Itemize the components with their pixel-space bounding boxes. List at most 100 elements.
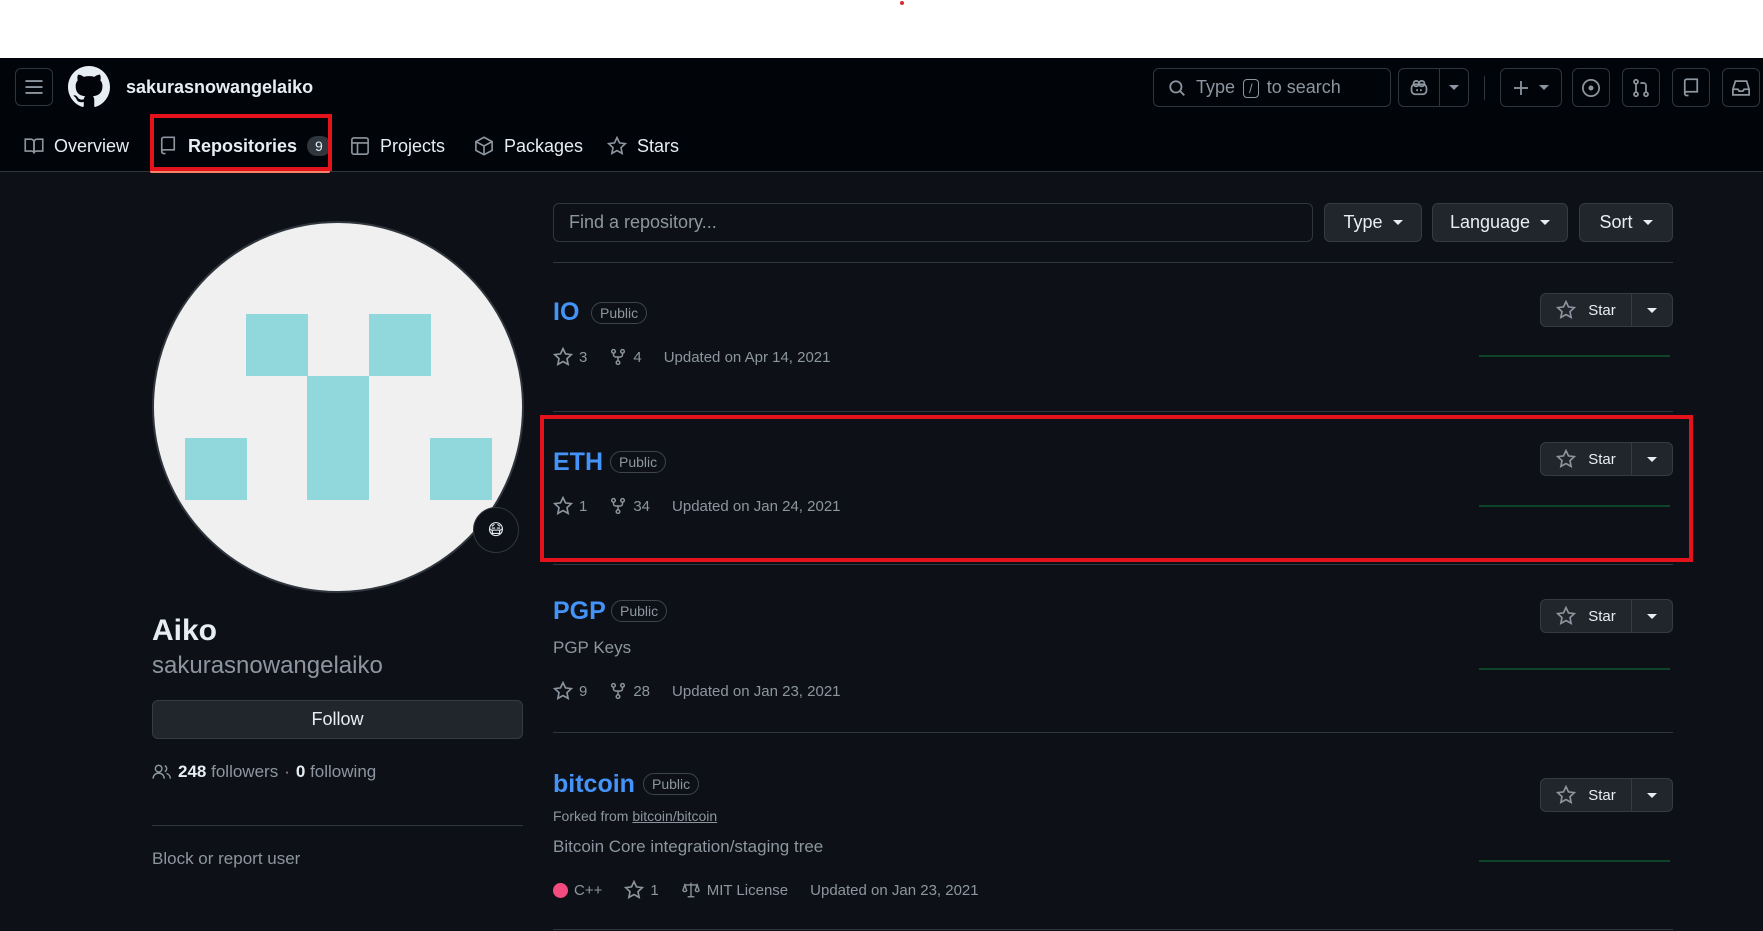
visibility-badge: Public [643,773,700,795]
tab-label: Overview [54,135,130,156]
list-divider [553,262,1673,263]
activity-sparkline [1479,668,1670,670]
github-logo[interactable] [68,66,110,108]
star-button-group: Star [1540,599,1673,633]
issue-icon [1582,78,1600,97]
chevron-down-icon [1647,307,1657,313]
profile-tabs: Overview Repositories 9 Projects Package… [0,120,1763,173]
block-report-link[interactable]: Block or report user [152,849,300,869]
forks-link[interactable]: 4 [609,347,642,367]
tab-projects[interactable]: Projects [350,120,445,172]
table-icon [351,137,369,155]
repo-icon [160,136,176,155]
updated-date: Updated on Jan 24, 2021 [672,497,841,515]
display-name: Aiko [152,614,218,647]
law-icon [681,882,700,898]
follow-button[interactable]: Follow [152,700,523,739]
sidebar-divider [152,825,523,826]
stargazers-link[interactable]: 9 [553,681,587,701]
fork-source-link[interactable]: bitcoin/bitcoin [632,808,717,824]
updated-date: Updated on Apr 14, 2021 [663,348,831,366]
star-list-dropdown[interactable] [1632,599,1673,633]
visibility-badge: Public [611,600,668,622]
repositories-button[interactable] [1672,68,1710,107]
star-list-dropdown[interactable] [1632,293,1673,327]
menu-button[interactable] [15,68,53,106]
star-icon [1556,606,1577,625]
copilot-dropdown[interactable] [1439,68,1469,107]
tab-overview[interactable]: Overview [24,120,129,172]
hamburger-icon [25,80,43,94]
star-button-group: Star [1540,442,1673,476]
star-icon [1556,300,1577,319]
star-button[interactable]: Star [1540,599,1632,633]
header-username[interactable]: sakurasnowangelaiko [126,77,313,98]
copilot-button[interactable] [1398,68,1440,107]
following-link[interactable]: 0 following [296,762,376,782]
sort-filter-button[interactable]: Sort [1579,203,1673,242]
inbox-icon [1732,79,1750,96]
language-filter-button[interactable]: Language [1432,203,1568,242]
chevron-down-icon [1647,456,1657,462]
notifications-button[interactable] [1722,68,1760,107]
star-icon [553,496,573,515]
forks-link[interactable]: 28 [609,681,650,701]
activity-sparkline [1479,505,1670,507]
repo-description: PGP Keys [553,638,632,657]
issues-button[interactable] [1572,68,1610,107]
avatar[interactable] [152,221,524,593]
repo-link-io[interactable]: IO [553,298,579,327]
star-icon [553,347,573,366]
chevron-down-icon [1647,613,1657,619]
search-input[interactable]: Type / to search [1153,68,1391,107]
fork-icon [611,348,626,366]
visibility-badge: Public [610,451,667,473]
package-icon [475,136,493,156]
list-divider [553,564,1673,565]
forks-link[interactable]: 34 [609,496,650,516]
repo-language: C++ [553,882,602,899]
chevron-down-icon [1392,220,1403,225]
star-list-dropdown[interactable] [1632,778,1673,812]
tab-repositories[interactable]: Repositories 9 [158,120,331,172]
cursor-dot [900,1,904,5]
pull-requests-button[interactable] [1622,68,1660,107]
repo-count-badge: 9 [307,136,331,156]
star-button[interactable]: Star [1540,293,1632,327]
repo-link-bitcoin[interactable]: bitcoin [553,770,635,799]
github-icon [68,66,110,107]
forked-from: Forked from bitcoin/bitcoin [553,808,718,824]
book-icon [24,138,44,154]
stargazers-link[interactable]: 3 [553,347,587,367]
updated-date: Updated on Jan 23, 2021 [810,881,979,899]
tab-stars[interactable]: Stars [607,120,679,172]
tab-packages[interactable]: Packages [474,120,583,172]
type-filter-button[interactable]: Type [1324,203,1422,242]
repo-description: Bitcoin Core integration/staging tree [553,837,824,856]
repo-icon [1683,77,1699,96]
stargazers-link[interactable]: 1 [624,880,659,900]
activity-sparkline [1479,355,1670,357]
repo-meta: 1 34 Updated on Jan 24, 2021 [553,496,863,516]
repo-link-eth[interactable]: ETH [553,448,603,477]
people-icon [152,764,172,779]
create-new-button[interactable] [1500,68,1562,107]
tab-label: Repositories [188,135,298,156]
status-emoji-button[interactable]: 😷 [473,507,519,553]
stargazers-link[interactable]: 1 [553,496,587,516]
star-button[interactable]: Star [1540,778,1632,812]
followers-link[interactable]: 248 followers [178,762,278,782]
status-emoji: 😷 [487,522,505,539]
star-icon [553,681,573,700]
chevron-down-icon [1539,85,1549,90]
find-repository-input[interactable]: Find a repository... [553,203,1313,242]
copilot-icon [1410,79,1428,95]
repo-link-pgp[interactable]: PGP [553,597,606,626]
search-placeholder: Type / to search [1196,77,1341,98]
repo-meta: C++ 1 MIT License Updated on Jan 23, 202… [553,880,1001,900]
search-icon [1169,79,1185,96]
star-list-dropdown[interactable] [1632,442,1673,476]
star-button-group: Star [1540,293,1673,327]
followers-info: 248 followers · 0 following [152,762,376,782]
star-button[interactable]: Star [1540,442,1632,476]
